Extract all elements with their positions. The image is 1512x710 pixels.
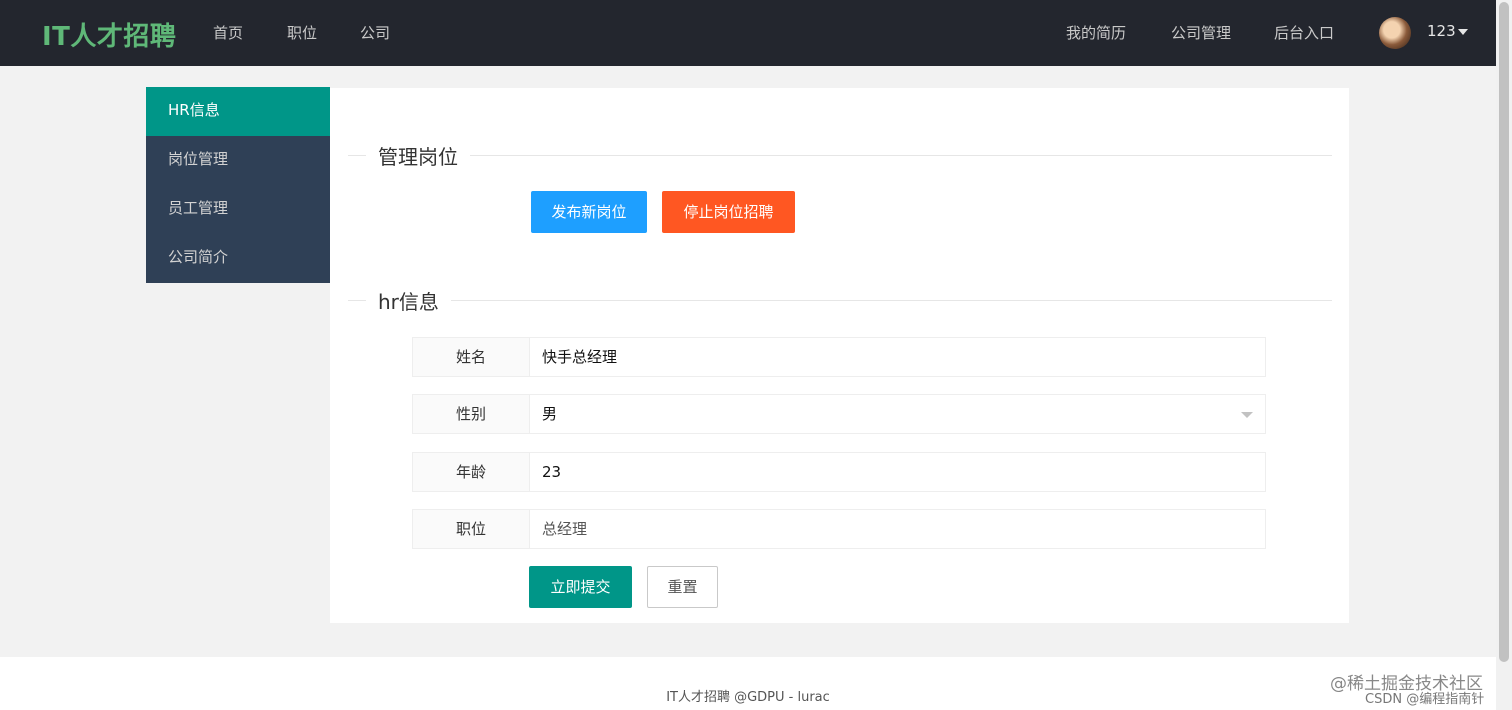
position-field[interactable]: 职位 总经理 — [412, 509, 1266, 549]
nav-company[interactable]: 公司 — [360, 22, 390, 43]
nav-company-manage[interactable]: 公司管理 — [1171, 22, 1231, 43]
age-field[interactable]: 年龄 23 — [412, 452, 1266, 492]
hr-section-divider: hr信息 — [348, 286, 1332, 315]
reset-button[interactable]: 重置 — [647, 566, 718, 608]
user-avatar[interactable] — [1379, 17, 1411, 49]
sidebar: HR信息 岗位管理 员工管理 公司简介 — [146, 87, 330, 283]
age-label: 年龄 — [413, 453, 530, 491]
sidebar-item-staff-manage[interactable]: 员工管理 — [146, 185, 330, 234]
publish-job-button[interactable]: 发布新岗位 — [531, 191, 647, 233]
site-logo[interactable]: IT人才招聘 — [42, 16, 176, 53]
top-header: IT人才招聘 首页 职位 公司 我的简历 公司管理 后台入口 123 — [0, 0, 1496, 66]
sidebar-item-company-intro[interactable]: 公司简介 — [146, 234, 330, 283]
page-footer: IT人才招聘 @GDPU - lurac — [0, 657, 1496, 710]
nav-jobs[interactable]: 职位 — [287, 22, 317, 43]
user-name[interactable]: 123 — [1427, 22, 1456, 40]
name-input[interactable]: 快手总经理 — [542, 338, 617, 376]
name-label: 姓名 — [413, 338, 530, 376]
gender-field[interactable]: 性别 男 — [412, 394, 1266, 434]
sidebar-item-hr-info[interactable]: HR信息 — [146, 87, 330, 136]
chevron-down-icon[interactable] — [1458, 29, 1468, 35]
nav-admin-entry[interactable]: 后台入口 — [1274, 22, 1334, 43]
stop-recruit-button[interactable]: 停止岗位招聘 — [662, 191, 795, 233]
hr-section-title: hr信息 — [366, 286, 451, 315]
position-label: 职位 — [413, 510, 530, 548]
manage-section-title: 管理岗位 — [366, 141, 470, 170]
age-input[interactable]: 23 — [542, 453, 561, 491]
nav-my-resume[interactable]: 我的简历 — [1066, 22, 1126, 43]
footer-text: IT人才招聘 @GDPU - lurac — [666, 690, 830, 705]
watermark-csdn: CSDN @编程指南针 — [1365, 692, 1485, 707]
name-field[interactable]: 姓名 快手总经理 — [412, 337, 1266, 377]
sidebar-item-job-manage[interactable]: 岗位管理 — [146, 136, 330, 185]
gender-label: 性别 — [413, 395, 530, 433]
position-input[interactable]: 总经理 — [542, 510, 587, 548]
scrollbar-thumb[interactable] — [1499, 2, 1509, 662]
nav-home[interactable]: 首页 — [213, 22, 243, 43]
gender-select[interactable]: 男 — [542, 395, 557, 433]
vertical-scrollbar[interactable] — [1496, 0, 1512, 710]
manage-section-divider: 管理岗位 — [348, 141, 1332, 170]
submit-button[interactable]: 立即提交 — [529, 566, 632, 608]
chevron-down-icon[interactable] — [1241, 412, 1253, 418]
main-content: 管理岗位 发布新岗位 停止岗位招聘 hr信息 姓名 快手总经理 性别 男 年龄 … — [330, 88, 1349, 623]
